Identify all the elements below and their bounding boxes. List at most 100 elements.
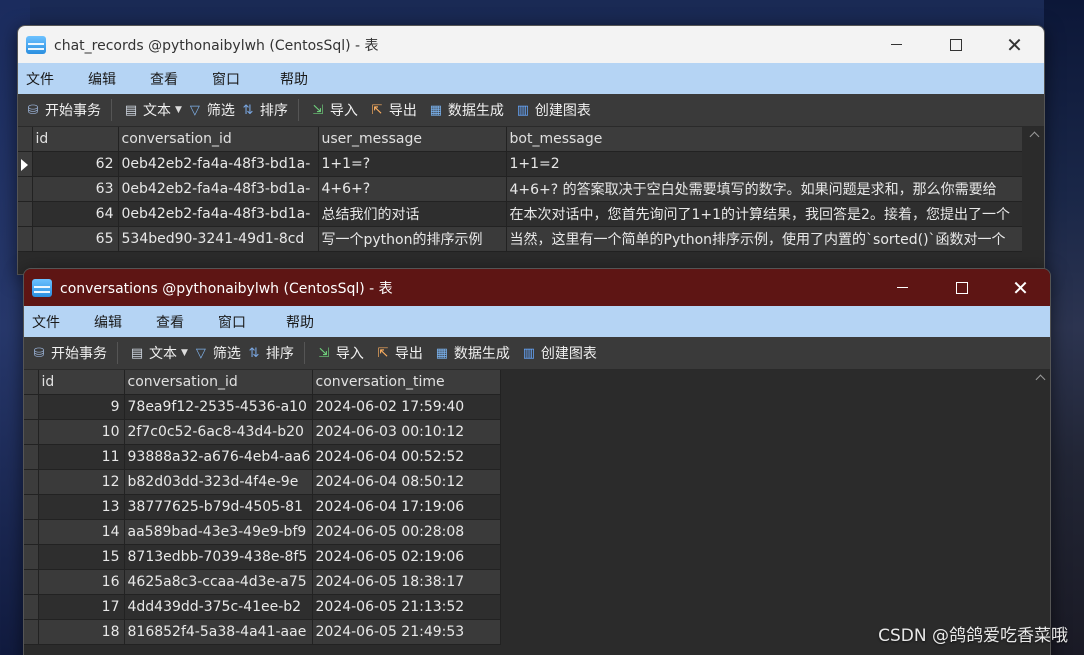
minimize-button[interactable] [867,26,926,63]
table-row[interactable]: 10 2f7c0c52-6ac8-43d4-b20 2024-06-03 00:… [24,419,501,445]
text-view-button[interactable]: ▤ 文本 ▼ [126,341,190,365]
vertical-scrollbar[interactable] [1028,370,1050,655]
window-titlebar[interactable]: conversations @pythonaibylwh (CentosSql)… [24,269,1050,306]
column-header-id[interactable]: id [32,127,119,152]
cell-user-message[interactable]: 写一个python的排序示例 [318,226,507,252]
filter-button[interactable]: ▽ 筛选 [190,341,243,365]
row-selector[interactable] [24,569,39,595]
cell-id[interactable]: 12 [38,469,125,495]
table-row[interactable]: 16 4625a8c3-ccaa-4d3e-a75 2024-06-05 18:… [24,569,501,595]
cell-id[interactable]: 14 [38,519,125,545]
row-selector[interactable] [18,151,33,177]
import-button[interactable]: ⇲ 导入 [307,98,360,122]
cell-conversation-time[interactable]: 2024-06-04 00:52:52 [312,444,501,470]
cell-conversation-id[interactable]: 816852f4-5a38-4a41-aae [124,619,313,645]
cell-user-message[interactable]: 1+1=? [318,151,507,177]
cell-conversation-id[interactable]: 4dd439dd-375c-41ee-b2 [124,594,313,620]
close-button[interactable]: ✕ [985,26,1044,63]
vertical-scrollbar[interactable] [1022,127,1044,274]
import-button[interactable]: ⇲ 导入 [313,341,366,365]
cell-conversation-time[interactable]: 2024-06-05 21:13:52 [312,594,501,620]
cell-conversation-time[interactable]: 2024-06-05 18:38:17 [312,569,501,595]
row-selector[interactable] [24,619,39,645]
table-row[interactable]: 11 93888a32-a676-4eb4-aa6 2024-06-04 00:… [24,444,501,470]
cell-conversation-id[interactable]: 0eb42eb2-fa4a-48f3-bd1a- [118,176,319,202]
sort-button[interactable]: ⇅ 排序 [243,341,296,365]
cell-bot-message[interactable]: 4+6+? 的答案取决于空白处需要填写的数字。如果问题是求和，那么你需要给 [506,176,1025,202]
cell-bot-message[interactable]: 当然，这里有一个简单的Python排序示例，使用了内置的`sorted()`函数… [506,226,1025,252]
begin-transaction-button[interactable]: ⛁ 开始事务 [28,341,109,365]
table-row[interactable]: 62 0eb42eb2-fa4a-48f3-bd1a- 1+1=? 1+1=2 [18,151,1025,177]
column-header-conversation-time[interactable]: conversation_time [312,370,501,395]
row-selector[interactable] [24,469,39,495]
chevron-down-icon[interactable]: ▼ [181,348,188,358]
table-row[interactable]: 18 816852f4-5a38-4a41-aae 2024-06-05 21:… [24,619,501,645]
cell-user-message[interactable]: 总结我们的对话 [318,201,507,227]
column-header-bot-message[interactable]: bot_message [506,127,1025,152]
menu-window[interactable]: 窗口 [212,69,280,89]
export-button[interactable]: ⇱ 导出 [372,341,425,365]
cell-id[interactable]: 64 [32,201,119,227]
cell-id[interactable]: 15 [38,544,125,570]
cell-conversation-time[interactable]: 2024-06-04 08:50:12 [312,469,501,495]
data-generation-button[interactable]: ▦ 数据生成 [425,98,506,122]
cell-conversation-id[interactable]: 8713edbb-7039-438e-8f5 [124,544,313,570]
row-header-corner[interactable] [18,127,33,152]
scroll-up-icon[interactable] [1035,374,1046,385]
cell-bot-message[interactable]: 1+1=2 [506,151,1025,177]
table-row[interactable]: 12 b82d03dd-323d-4f4e-9e 2024-06-04 08:5… [24,469,501,495]
cell-conversation-id[interactable]: 93888a32-a676-4eb4-aa6 [124,444,313,470]
cell-conversation-time[interactable]: 2024-06-04 17:19:06 [312,494,501,520]
cell-conversation-id[interactable]: 0eb42eb2-fa4a-48f3-bd1a- [118,151,319,177]
row-selector[interactable] [18,201,33,227]
cell-id[interactable]: 18 [38,619,125,645]
row-selector[interactable] [24,444,39,470]
data-generation-button[interactable]: ▦ 数据生成 [431,341,512,365]
row-selector[interactable] [18,226,33,252]
scroll-up-icon[interactable] [1029,131,1040,142]
cell-conversation-id[interactable]: 2f7c0c52-6ac8-43d4-b20 [124,419,313,445]
menu-view[interactable]: 查看 [150,69,212,89]
minimize-button[interactable] [873,269,932,306]
cell-conversation-id[interactable]: 78ea9f12-2535-4536-a10 [124,394,313,420]
column-header-conversation-id[interactable]: conversation_id [118,127,319,152]
cell-conversation-time[interactable]: 2024-06-05 02:19:06 [312,544,501,570]
menu-help[interactable]: 帮助 [286,312,348,332]
create-chart-button[interactable]: ▥ 创建图表 [512,98,593,122]
cell-conversation-id[interactable]: 0eb42eb2-fa4a-48f3-bd1a- [118,201,319,227]
cell-conversation-id[interactable]: 4625a8c3-ccaa-4d3e-a75 [124,569,313,595]
filter-button[interactable]: ▽ 筛选 [184,98,237,122]
cell-conversation-id[interactable]: 534bed90-3241-49d1-8cd [118,226,319,252]
row-selector[interactable] [24,544,39,570]
cell-user-message[interactable]: 4+6+? [318,176,507,202]
menu-edit[interactable]: 编辑 [88,69,150,89]
sort-button[interactable]: ⇅ 排序 [237,98,290,122]
cell-bot-message[interactable]: 在本次对话中，您首先询问了1+1的计算结果，我回答是2。接着，您提出了一个 [506,201,1025,227]
chevron-down-icon[interactable]: ▼ [175,105,182,115]
table-row[interactable]: 64 0eb42eb2-fa4a-48f3-bd1a- 总结我们的对话 在本次对… [18,201,1025,227]
menu-help[interactable]: 帮助 [280,69,342,89]
cell-conversation-time[interactable]: 2024-06-05 00:28:08 [312,519,501,545]
row-selector[interactable] [18,176,33,202]
table-row[interactable]: 9 78ea9f12-2535-4536-a10 2024-06-02 17:5… [24,394,501,420]
begin-transaction-button[interactable]: ⛁ 开始事务 [22,98,103,122]
cell-conversation-time[interactable]: 2024-06-03 00:10:12 [312,419,501,445]
create-chart-button[interactable]: ▥ 创建图表 [518,341,599,365]
row-selector[interactable] [24,519,39,545]
maximize-button[interactable] [926,26,985,63]
menu-file[interactable]: 文件 [26,69,88,89]
cell-id[interactable]: 9 [38,394,125,420]
cell-id[interactable]: 65 [32,226,119,252]
cell-id[interactable]: 17 [38,594,125,620]
column-header-user-message[interactable]: user_message [318,127,507,152]
table-row[interactable]: 63 0eb42eb2-fa4a-48f3-bd1a- 4+6+? 4+6+? … [18,176,1025,202]
table-row[interactable]: 14 aa589bad-43e3-49e9-bf9 2024-06-05 00:… [24,519,501,545]
cell-id[interactable]: 11 [38,444,125,470]
cell-id[interactable]: 10 [38,419,125,445]
menu-window[interactable]: 窗口 [218,312,286,332]
table-row[interactable]: 17 4dd439dd-375c-41ee-b2 2024-06-05 21:1… [24,594,501,620]
cell-id[interactable]: 62 [32,151,119,177]
menu-view[interactable]: 查看 [156,312,218,332]
table-row[interactable]: 15 8713edbb-7039-438e-8f5 2024-06-05 02:… [24,544,501,570]
cell-conversation-id[interactable]: aa589bad-43e3-49e9-bf9 [124,519,313,545]
